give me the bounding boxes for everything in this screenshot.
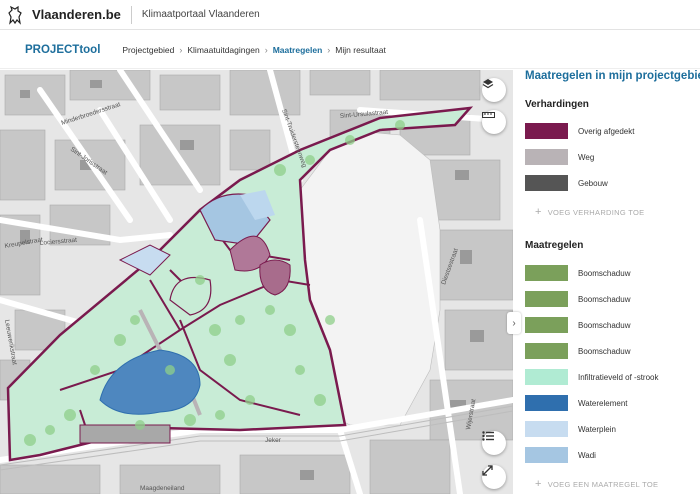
legend-label: Waterelement [578, 398, 628, 408]
panel-title: Maatregelen in mijn projectgebied [525, 70, 700, 82]
top-bar: Vlaanderen.be Klimaatportaal Vlaanderen [0, 0, 700, 30]
swatch [525, 395, 568, 411]
legend-label: Boomschaduw [578, 268, 631, 278]
swatch [525, 343, 568, 359]
legend-item-waterplein[interactable]: Waterplein [525, 421, 616, 437]
add-verharding-button[interactable]: + VOEG VERHARDING TOE [535, 206, 644, 218]
measure-button[interactable] [482, 110, 506, 134]
legend-item-weg[interactable]: Weg [525, 149, 594, 165]
legend-label: Boomschaduw [578, 346, 631, 356]
section-maatregelen: Maatregelen [525, 240, 584, 251]
swatch [525, 447, 568, 463]
legend-item-boomschaduw[interactable]: Boomschaduw [525, 265, 630, 281]
flemish-lion-icon[interactable] [0, 0, 30, 30]
add-maatregel-label: VOEG EEN MAATREGEL TOE [547, 479, 659, 489]
swatch [525, 123, 568, 139]
layers-icon [482, 79, 494, 89]
map-canvas[interactable]: Sint-Ursulastraat Minderbroedersstraat S… [0, 70, 513, 494]
legend-label: Boomschaduw [578, 294, 631, 304]
crumb-maatregelen[interactable]: Maatregelen [273, 45, 323, 55]
chevron-right-icon: › [327, 44, 331, 55]
legend-label: Weg [578, 152, 595, 162]
legend-label: Waterplein [578, 424, 616, 434]
list-button[interactable] [482, 431, 506, 455]
legend-item-boomschaduw[interactable]: Boomschaduw [525, 291, 630, 307]
swatch [525, 421, 568, 437]
layers-button[interactable] [482, 78, 506, 102]
list-icon [482, 431, 494, 441]
portal-link[interactable]: Klimaatportaal Vlaanderen [142, 9, 260, 20]
legend-item-waterelement[interactable]: Waterelement [525, 395, 628, 411]
street-label: Maagdeneiland [140, 485, 185, 492]
street-label: Jeker [265, 437, 282, 444]
legend-label: Infiltratieveld of -strook [578, 372, 659, 382]
legend-item-boomschaduw[interactable]: Boomschaduw [525, 343, 630, 359]
swatch [525, 149, 568, 165]
legend-label: Gebouw [578, 178, 608, 188]
legend-label: Overig afgedekt [578, 126, 635, 136]
divider [130, 5, 132, 24]
swatch [525, 291, 568, 307]
legend-item-overig-afgedekt[interactable]: Overig afgedekt [525, 123, 634, 139]
chevron-right-icon: › [264, 44, 268, 55]
plus-icon: + [535, 206, 542, 218]
fullscreen-button[interactable] [482, 465, 506, 489]
chevron-right-icon: › [179, 44, 183, 55]
app-title[interactable]: PROJECTtool [25, 44, 100, 56]
chevron-right-icon[interactable]: › [507, 312, 521, 334]
crumb-projectgebied[interactable]: Projectgebied [122, 45, 174, 55]
legend-item-wadi[interactable]: Wadi [525, 447, 596, 463]
swatch [525, 369, 568, 385]
ruler-icon [482, 112, 495, 118]
legend-label: Wadi [578, 450, 596, 460]
section-verhardingen: Verhardingen [525, 99, 589, 110]
expand-icon [482, 465, 493, 476]
add-verharding-label: VOEG VERHARDING TOE [547, 207, 645, 217]
legend-item-infiltratieveld[interactable]: Infiltratieveld of -strook [525, 369, 658, 385]
brand-link[interactable]: Vlaanderen.be [32, 7, 121, 22]
swatch [525, 317, 568, 333]
legend-panel: Maatregelen in mijn projectgebied Verhar… [513, 70, 700, 494]
plus-icon: + [535, 478, 542, 490]
legend-item-gebouw[interactable]: Gebouw [525, 175, 608, 191]
breadcrumb: PROJECTtool Projectgebied › Klimaatuitda… [0, 31, 700, 69]
legend-item-boomschaduw[interactable]: Boomschaduw [525, 317, 630, 333]
swatch [525, 175, 568, 191]
swatch [525, 265, 568, 281]
crumb-mijn-resultaat[interactable]: Mijn resultaat [335, 45, 386, 55]
legend-label: Boomschaduw [578, 320, 631, 330]
add-maatregel-button[interactable]: + VOEG EEN MAATREGEL TOE [535, 478, 658, 490]
crumb-klimaatuitdagingen[interactable]: Klimaatuitdagingen [187, 45, 259, 55]
